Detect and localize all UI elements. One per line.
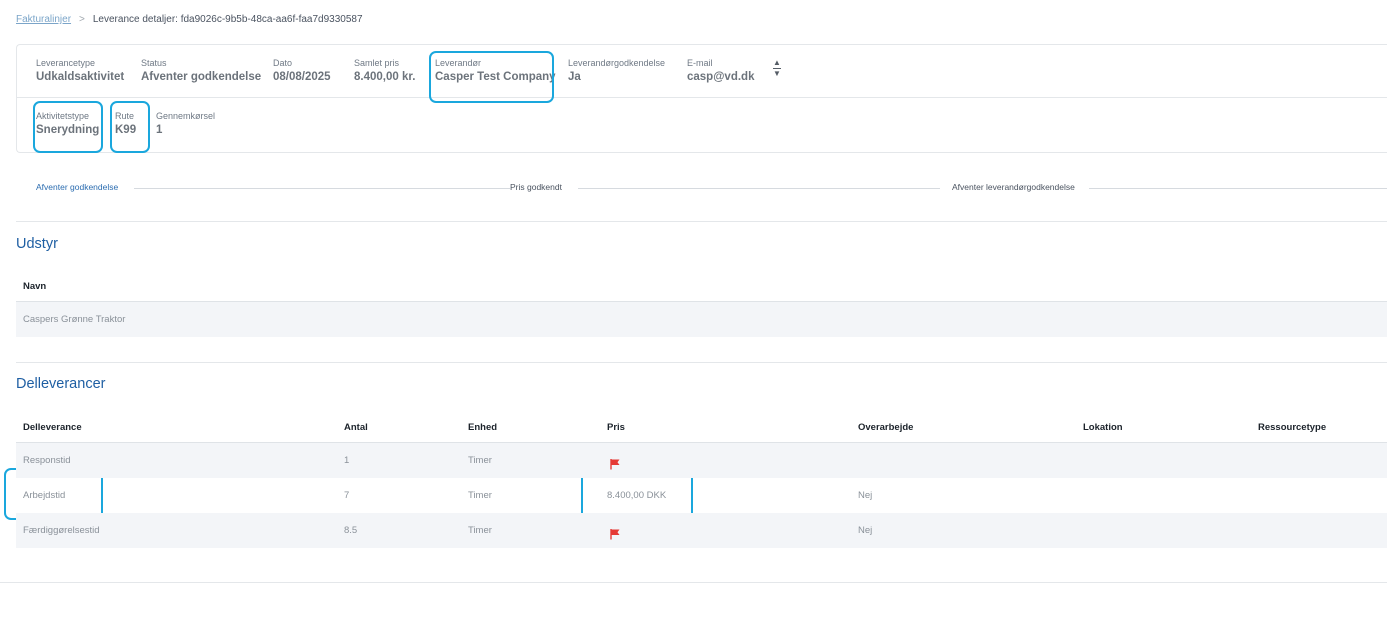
cell-delleverance: Arbejdstid (23, 490, 66, 501)
field-leverancetype: Leverancetype Udkaldsaktivitet (36, 58, 124, 83)
field-dato: Dato 08/08/2025 (273, 58, 331, 83)
field-samlet-pris: Samlet pris 8.400,00 kr. (354, 58, 415, 83)
field-leverandor: Leverandør Casper Test Company (435, 58, 556, 83)
red-flag-icon (610, 458, 620, 469)
step-afventer-godkendelse: Afventer godkendelse (36, 182, 119, 192)
cell-enhed: Timer (468, 525, 492, 536)
field-value: Snerydning (36, 124, 100, 136)
field-value: 08/08/2025 (273, 71, 331, 83)
cell-delleverance: Færdiggørelsestid (23, 525, 100, 536)
field-label: Aktivitetstype (36, 111, 90, 121)
section-title-udstyr: Udstyr (16, 236, 58, 252)
status-stepper: Afventer godkendelse Pris godkendt Afven… (16, 182, 1387, 194)
field-leverandorgodkendelse: Leverandørgodkendelse Ja (568, 58, 665, 83)
cell-pris (609, 446, 621, 481)
cell-delleverance: Responstid (23, 455, 71, 466)
column-header-pris: Pris (607, 422, 625, 433)
field-value: Ja (568, 71, 581, 83)
caret-up-icon: ▲ (773, 58, 781, 67)
table-row[interactable]: Caspers Grønne Traktor (16, 302, 1387, 337)
stepper-line (1089, 188, 1387, 189)
cell-pris (609, 516, 621, 551)
stepper-line (578, 188, 940, 189)
cell-enhed: Timer (468, 455, 492, 466)
field-value: 1 (156, 124, 163, 136)
field-label: Samlet pris (354, 58, 400, 68)
field-label: E-mail (687, 58, 713, 68)
column-header-overarbejde: Overarbejde (858, 422, 914, 433)
table-row[interactable]: Responstid 1 Timer (16, 443, 1387, 478)
udstyr-table: Navn Caspers Grønne Traktor (16, 272, 1387, 337)
table-row[interactable]: Arbejdstid 7 Timer 8.400,00 DKK Nej (16, 478, 1387, 513)
column-header-lokation: Lokation (1083, 422, 1123, 433)
field-value: casp@vd.dk (687, 71, 755, 83)
cell-overarbejde: Nej (858, 525, 873, 536)
step-pris-godkendt: Pris godkendt (510, 182, 562, 192)
field-label: Leverandørgodkendelse (568, 58, 666, 68)
field-status: Status Afventer godkendelse (141, 58, 261, 83)
field-email: E-mail casp@vd.dk (687, 58, 754, 83)
delleverancer-table: Delleverance Antal Enhed Pris Overarbejd… (16, 413, 1387, 548)
step-afventer-leverandorgodkendelse: Afventer leverandørgodkendelse (952, 182, 1075, 192)
cell-pris: 8.400,00 DKK (607, 490, 667, 501)
section-divider (16, 221, 1387, 222)
field-label: Rute (115, 111, 135, 121)
cell-overarbejde: Nej (858, 490, 873, 501)
table-header: Navn (16, 272, 1387, 302)
field-label: Leverandør (435, 58, 482, 68)
cell-enhed: Timer (468, 490, 492, 501)
section-divider (16, 362, 1387, 363)
column-header-ressourcetype: Ressourcetype (1258, 422, 1327, 433)
cell-antal: 1 (344, 455, 350, 466)
field-label: Status (141, 58, 167, 68)
breadcrumb-link-fakturalinjer[interactable]: Fakturalinjer (16, 14, 71, 25)
info-row-primary: Leverancetype Udkaldsaktivitet Status Af… (17, 45, 1387, 98)
breadcrumb: Fakturalinjer > Leverance detaljer: fda9… (16, 14, 363, 25)
field-gennemkorsel: Gennemkørsel 1 (156, 111, 215, 136)
delivery-info-card: Leverancetype Udkaldsaktivitet Status Af… (16, 44, 1387, 153)
field-value: 8.400,00 kr. (354, 71, 416, 83)
breadcrumb-separator: > (79, 14, 85, 25)
column-header-delleverance: Delleverance (23, 422, 82, 433)
field-label: Dato (273, 58, 293, 68)
field-value: Casper Test Company (435, 71, 556, 83)
field-label: Gennemkørsel (156, 111, 216, 121)
cell-antal: 8.5 (344, 525, 358, 536)
expand-toggle-icon[interactable]: ▲ ▼ (772, 59, 782, 78)
stepper-line (134, 188, 511, 189)
table-header: Delleverance Antal Enhed Pris Overarbejd… (16, 413, 1387, 443)
cell-antal: 7 (344, 490, 350, 501)
field-aktivitetstype: Aktivitetstype Snerydning (36, 111, 99, 136)
red-flag-icon (610, 528, 620, 539)
breadcrumb-current: Leverance detaljer: fda9026c-9b5b-48ca-a… (92, 14, 363, 25)
field-value: K99 (115, 124, 137, 136)
cell-navn: Caspers Grønne Traktor (23, 314, 126, 325)
section-title-delleverancer: Delleverancer (16, 376, 106, 392)
column-header-navn: Navn (23, 281, 47, 292)
field-label: Leverancetype (36, 58, 96, 68)
column-header-antal: Antal (344, 422, 368, 433)
section-divider (0, 582, 1387, 583)
caret-down-icon: ▼ (773, 69, 781, 78)
field-value: Afventer godkendelse (141, 71, 262, 83)
table-row[interactable]: Færdiggørelsestid 8.5 Timer Nej (16, 513, 1387, 548)
field-rute: Rute K99 (115, 111, 136, 136)
column-header-enhed: Enhed (468, 422, 498, 433)
field-value: Udkaldsaktivitet (36, 71, 125, 83)
